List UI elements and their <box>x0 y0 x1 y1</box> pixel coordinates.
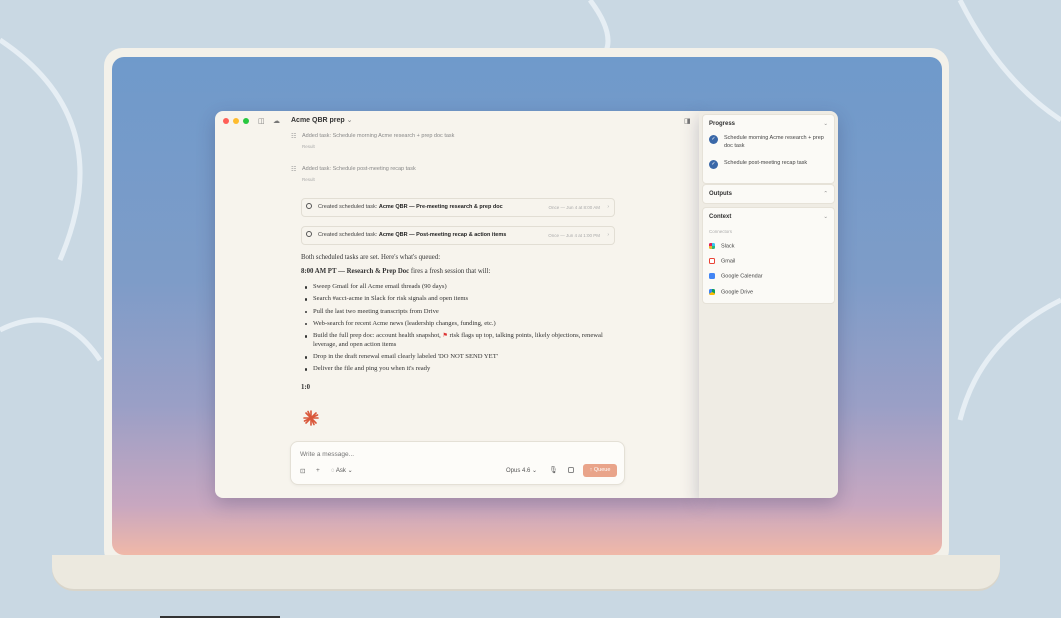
clock-icon <box>306 231 312 237</box>
message-bullet-list: Sweep Gmail for all Acme email threads (… <box>303 283 603 378</box>
context-title: Context <box>709 214 732 220</box>
connector-slack[interactable]: Slack <box>709 243 734 249</box>
check-icon: ✓ <box>709 160 718 169</box>
chevron-right-icon: › <box>607 231 609 238</box>
list-item: Build the full prep doc: account health … <box>303 332 603 349</box>
chevron-up-icon[interactable]: ⌃ <box>823 191 828 197</box>
log-entry-text: Added task: Schedule post-meeting recap … <box>302 166 416 172</box>
message-input[interactable] <box>298 447 612 461</box>
connector-gmail[interactable]: Gmail <box>709 258 735 264</box>
message-heading: 8:00 AM PT — Research & Prep Doc fires a… <box>301 268 491 275</box>
progress-item: ✓ Schedule morning Acme research + prep … <box>709 135 829 150</box>
model-select[interactable]: Opus 4.6 ⌄ <box>506 467 537 474</box>
clock-icon <box>306 203 312 209</box>
queue-button[interactable]: ↑ Queue <box>583 464 617 477</box>
progress-title: Progress <box>709 121 736 127</box>
outputs-title: Outputs <box>709 191 732 197</box>
log-entry-result[interactable]: Result <box>302 177 416 182</box>
folder-icon[interactable]: ⊡ <box>300 467 305 475</box>
scheduled-task-card[interactable]: Created scheduled task: Acme QBR — Post-… <box>301 226 615 245</box>
minimize-window-button[interactable] <box>233 118 239 124</box>
chevron-right-icon: › <box>607 203 609 210</box>
scheduled-task-card[interactable]: Created scheduled task: Acme QBR — Pre-m… <box>301 198 615 217</box>
scheduled-task-time: Once — Jun 4 at 1:00 PM <box>548 232 600 238</box>
connector-google-drive[interactable]: Google Drive <box>709 289 753 295</box>
stop-icon[interactable] <box>568 467 574 473</box>
project-title[interactable]: Acme QBR prep ⌄ <box>291 116 353 124</box>
list-item: Web-search for recent Acme news (leaders… <box>303 320 603 329</box>
microphone-icon[interactable]: 🎙 <box>549 466 558 474</box>
chevron-down-icon[interactable]: ⌄ <box>823 214 828 220</box>
laptop-base <box>52 555 1000 589</box>
log-entry-1: ☷ Added task: Schedule morning Acme rese… <box>291 133 455 149</box>
list-item: Deliver the file and ping you when it's … <box>303 365 603 374</box>
log-entry-result[interactable]: Result <box>302 144 454 149</box>
task-list-icon: ☷ <box>291 134 297 140</box>
message-intro: Both scheduled tasks are set. Here's wha… <box>301 254 441 261</box>
slack-icon <box>709 243 715 249</box>
outputs-panel[interactable]: Outputs ⌃ <box>702 184 835 204</box>
check-icon: ✓ <box>709 135 718 144</box>
scheduled-task-text: Created scheduled task: Acme QBR — Post-… <box>318 232 507 238</box>
plus-icon[interactable]: + <box>316 467 320 474</box>
list-item: Search #acct-acme in Slack for risk sign… <box>303 295 603 304</box>
chevron-down-icon[interactable]: ⌄ <box>823 121 828 127</box>
list-item: Sweep Gmail for all Acme email threads (… <box>303 283 603 292</box>
side-panel: Progress ⌄ ✓ Schedule morning Acme resea… <box>699 111 838 498</box>
panel-toggle-icon[interactable]: ◨ <box>684 117 691 125</box>
cloud-icon: ☁ <box>273 118 280 125</box>
task-list-icon: ☷ <box>291 167 297 173</box>
progress-item: ✓ Schedule post-meeting recap task <box>709 160 829 169</box>
list-item: Pull the last two meeting transcripts fr… <box>303 308 603 317</box>
sidebar-toggle-icon[interactable]: ◫ <box>258 117 265 125</box>
log-entry-text: Added task: Schedule morning Acme resear… <box>302 133 455 139</box>
list-item: Drop in the draft renewal email clearly … <box>303 353 603 362</box>
calendar-icon <box>709 273 715 279</box>
context-panel: Context ⌄ Connectors Slack Gmail Google … <box>702 207 835 304</box>
title-bar: ◫ ☁ Acme QBR prep ⌄ ◨ <box>215 111 699 131</box>
message-composer: ⊡ + ◌ Ask ⌄ Opus 4.6 ⌄ 🎙 ↑ Queue <box>290 441 625 485</box>
mode-select[interactable]: ◌ Ask ⌄ <box>331 467 353 474</box>
connector-google-calendar[interactable]: Google Calendar <box>709 273 763 279</box>
message-time-label: 1:0 <box>301 384 311 391</box>
log-entry-2: ☷ Added task: Schedule post-meeting reca… <box>291 166 416 182</box>
claude-logo-icon <box>303 410 319 426</box>
connectors-label: Connectors <box>709 229 733 234</box>
close-window-button[interactable] <box>223 118 229 124</box>
scheduled-task-time: Once — Jun 4 at 8:00 AM <box>548 204 600 210</box>
zoom-window-button[interactable] <box>243 118 249 124</box>
scheduled-task-text: Created scheduled task: Acme QBR — Pre-m… <box>318 204 503 210</box>
gmail-icon <box>709 258 715 264</box>
progress-panel: Progress ⌄ ✓ Schedule morning Acme resea… <box>702 114 835 184</box>
google-drive-icon <box>709 289 715 295</box>
chat-window: ◫ ☁ Acme QBR prep ⌄ ◨ ☷ Added task: Sche… <box>215 111 699 498</box>
